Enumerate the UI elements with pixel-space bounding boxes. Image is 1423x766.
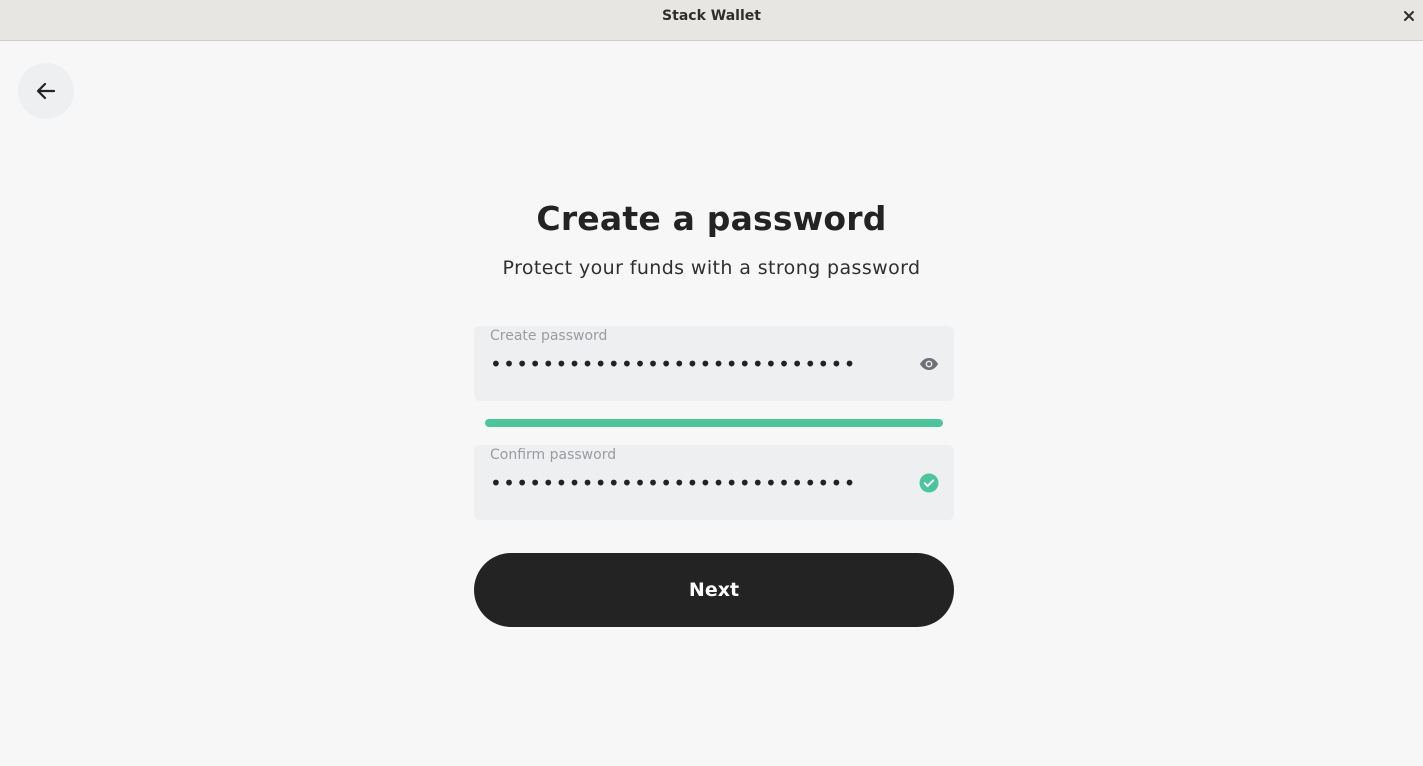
page-title: Create a password xyxy=(536,199,887,238)
create-password-field[interactable]: Create password ••••••••••••••••••••••••… xyxy=(474,326,954,401)
password-strength-bar xyxy=(485,419,943,427)
back-button[interactable] xyxy=(18,63,74,119)
confirm-password-input[interactable]: •••••••••••••••••••••••••••• xyxy=(490,471,890,495)
password-strength-fill xyxy=(485,419,943,427)
confirm-password-field[interactable]: Confirm password •••••••••••••••••••••••… xyxy=(474,445,954,520)
create-password-input[interactable]: •••••••••••••••••••••••••••• xyxy=(490,352,890,376)
close-icon[interactable] xyxy=(1399,6,1419,26)
next-button[interactable]: Next xyxy=(474,553,954,627)
page-subtitle: Protect your funds with a strong passwor… xyxy=(502,257,921,279)
main-content: Create a password Protect your funds wit… xyxy=(0,41,1423,766)
next-button-label: Next xyxy=(688,579,740,601)
create-password-label: Create password xyxy=(490,328,608,344)
arrow-left-icon xyxy=(36,82,56,100)
confirm-password-label: Confirm password xyxy=(490,447,617,463)
eye-icon[interactable] xyxy=(918,353,940,375)
check-circle-icon xyxy=(918,472,940,494)
window-title: Stack Wallet xyxy=(662,8,761,24)
window-titlebar: Stack Wallet xyxy=(0,0,1423,41)
